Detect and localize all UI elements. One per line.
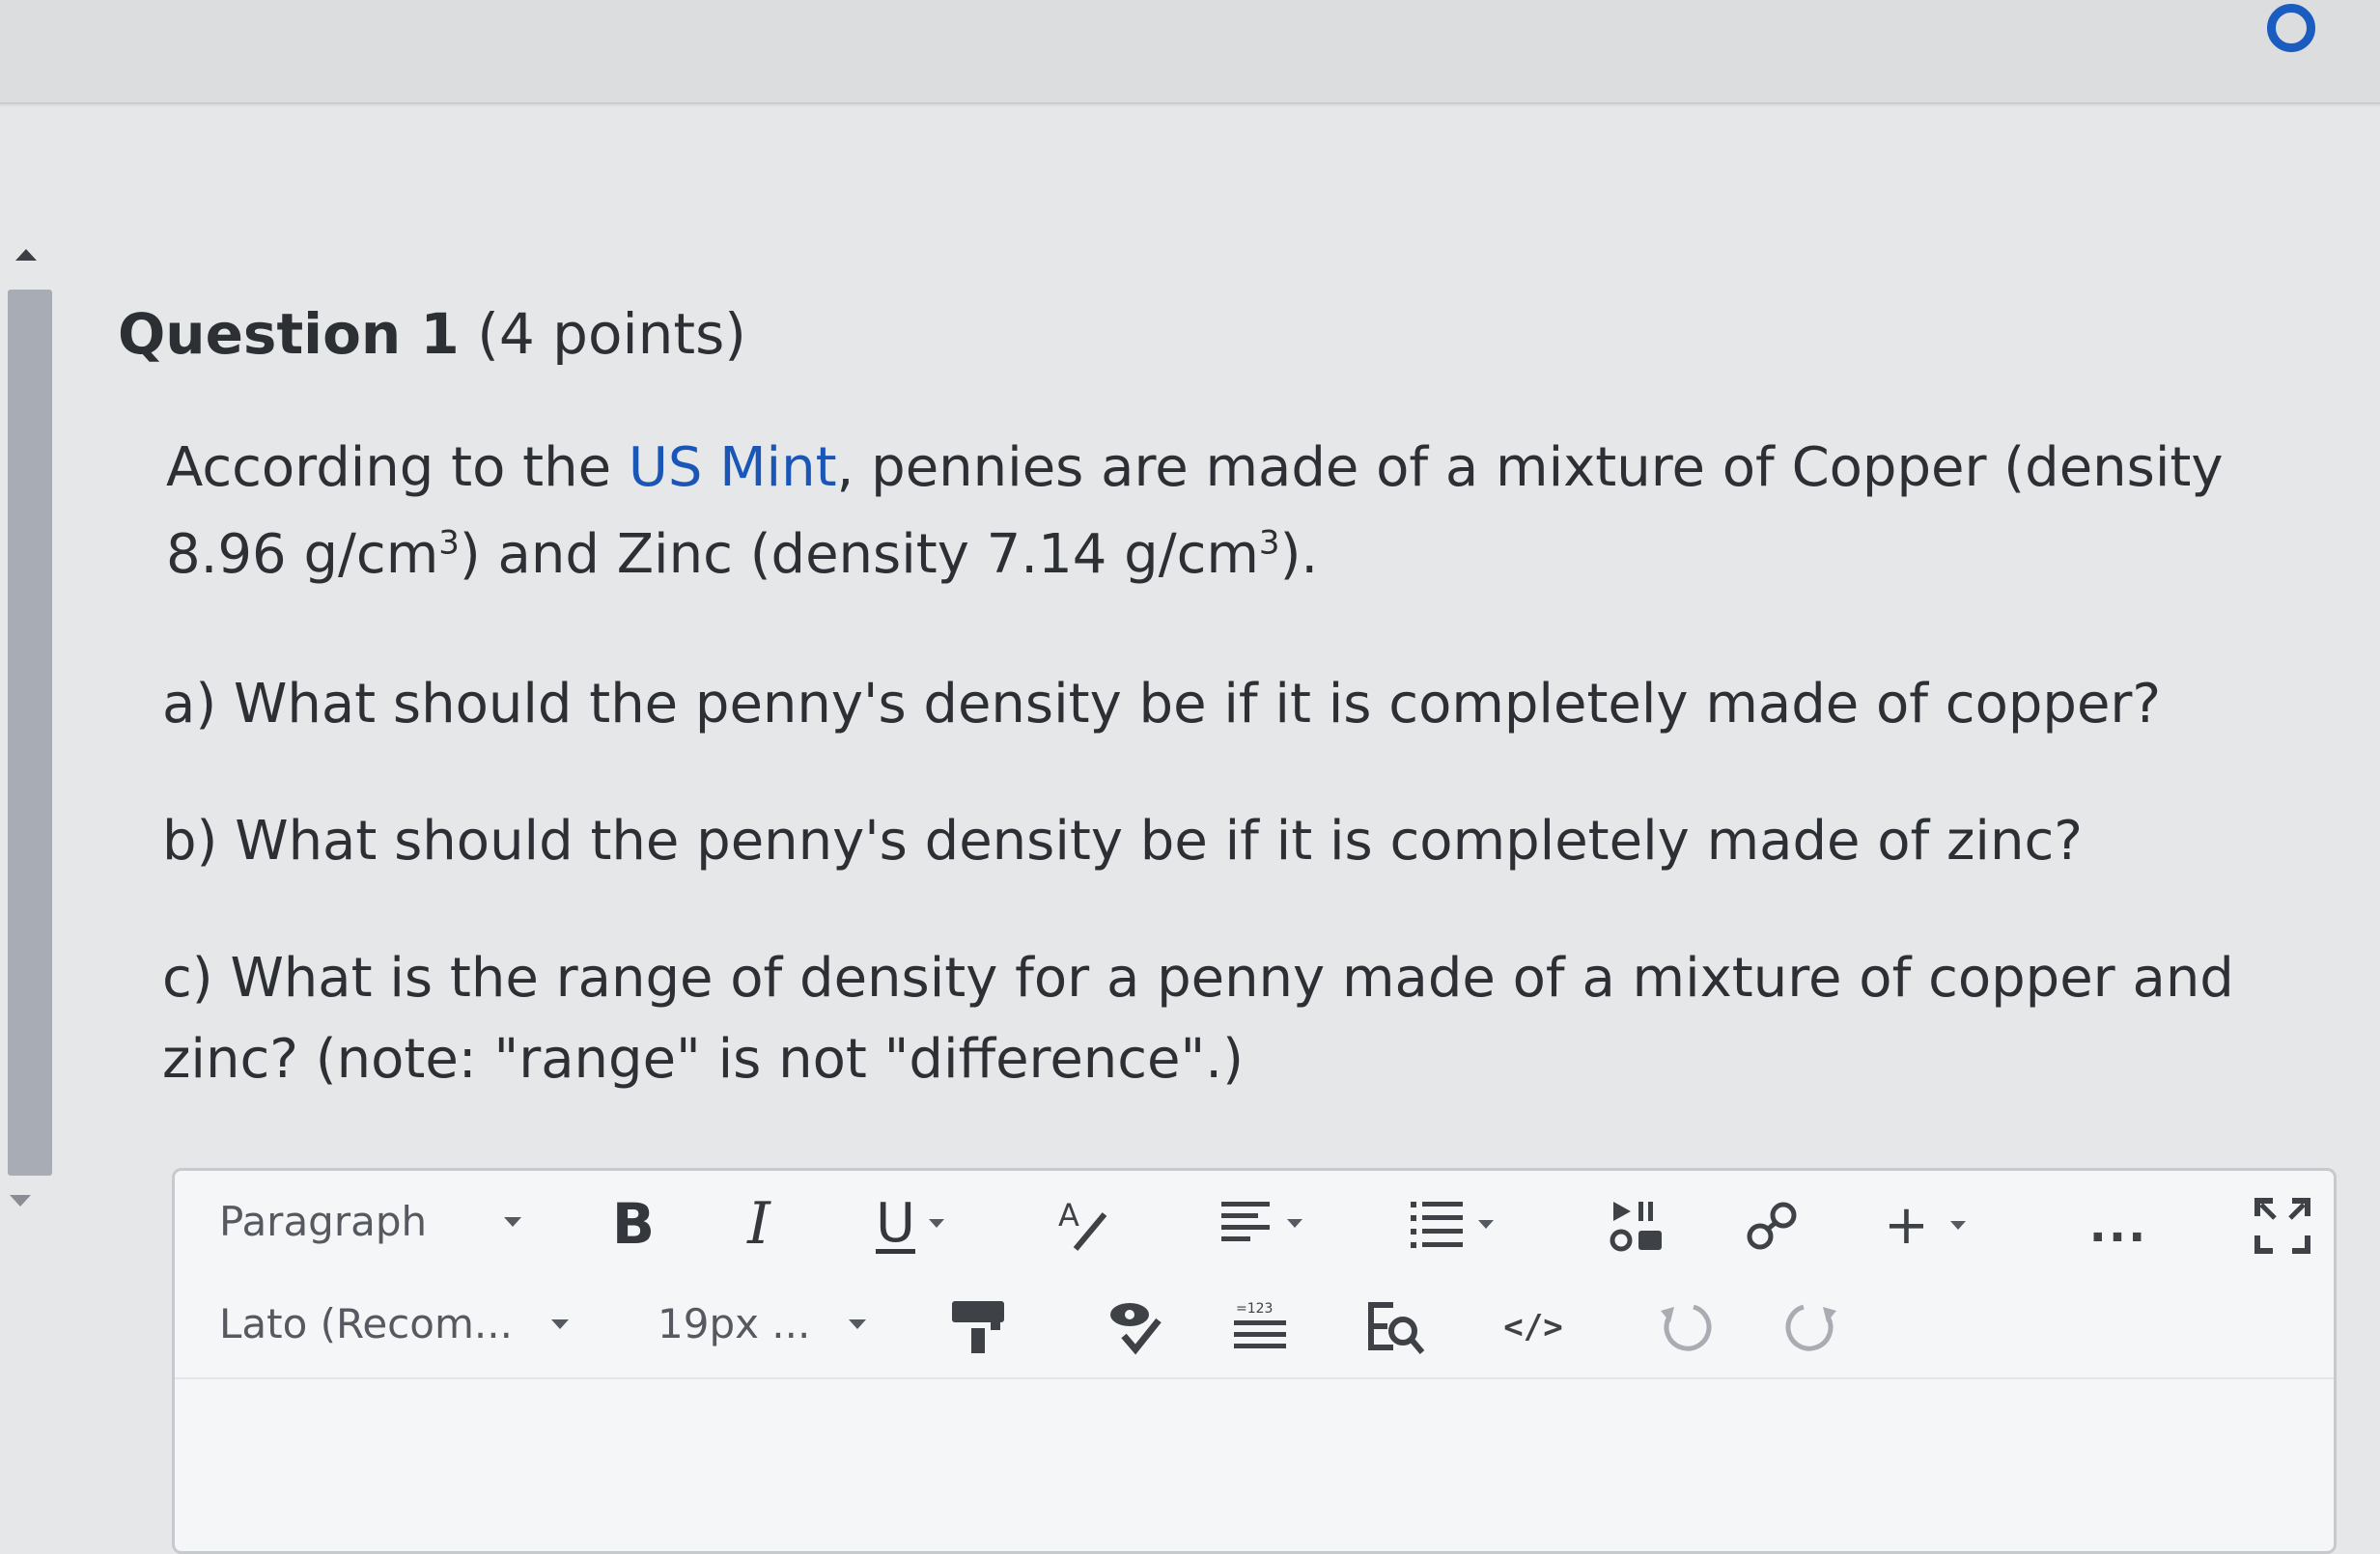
rich-text-editor[interactable]: Paragraph B I U A + ... Lato (Recom... 1… (172, 1168, 2337, 1554)
svg-text:A: A (1058, 1197, 1079, 1234)
question-prompt: According to the US Mint, pennies are ma… (166, 425, 2261, 598)
chevron-down-icon (1287, 1218, 1302, 1228)
svg-text:=123: =123 (1236, 1301, 1273, 1317)
question-points: (4 points) (477, 301, 746, 367)
fullscreen-icon[interactable] (2251, 1194, 2314, 1258)
editor-content-area[interactable] (175, 1379, 2334, 1553)
question-part-a: a) What should the penny's density be if… (162, 673, 2162, 735)
source-code-button[interactable]: </> (1490, 1294, 1577, 1360)
chevron-down-icon (929, 1219, 944, 1228)
chevron-down-icon (849, 1318, 867, 1329)
question-part-c: c) What is the range of density for a pe… (162, 947, 2234, 1091)
font-family-select[interactable]: Lato (Recom... (219, 1300, 569, 1347)
prompt-text: According to the (166, 436, 629, 499)
more-options-button[interactable]: ... (2075, 1192, 2162, 1260)
font-select-value: Lato (Recom... (219, 1300, 513, 1347)
scroll-up-arrow-icon[interactable] (15, 249, 37, 261)
underline-glyph: U (876, 1192, 915, 1255)
status-ring-icon (2267, 4, 2315, 52)
undo-icon[interactable] (1652, 1294, 1718, 1360)
word-count-icon[interactable]: =123 (1227, 1294, 1293, 1360)
font-size-select[interactable]: 19px ... (658, 1300, 867, 1347)
size-select-value: 19px ... (658, 1300, 811, 1347)
top-bar (0, 0, 2380, 106)
text-style-icon[interactable]: A (1050, 1190, 1117, 1258)
question-title: Question 1 (4 points) (118, 301, 746, 367)
top-divider (0, 102, 2380, 104)
redo-icon[interactable] (1779, 1294, 1845, 1360)
list-menu[interactable] (1409, 1196, 1494, 1252)
prompt-text: ) and Zinc (density 7.14 g/cm (459, 523, 1259, 586)
question-label: Question 1 (118, 301, 460, 367)
us-mint-link[interactable]: US Mint (629, 436, 837, 499)
scrollbar-thumb[interactable] (8, 290, 52, 1176)
scroll-down-arrow-icon[interactable] (10, 1195, 31, 1207)
find-replace-icon[interactable] (1362, 1294, 1428, 1360)
media-icon[interactable] (1608, 1196, 1669, 1258)
paragraph-select-value: Paragraph (219, 1198, 428, 1245)
align-menu[interactable] (1219, 1196, 1302, 1250)
list-icon (1411, 1202, 1463, 1248)
align-icon (1221, 1202, 1270, 1241)
chevron-down-icon (1478, 1219, 1494, 1229)
plus-icon: + (1884, 1194, 1929, 1257)
bold-button[interactable]: B (600, 1190, 667, 1258)
format-painter-icon[interactable] (945, 1294, 1011, 1360)
superscript: 3 (1258, 523, 1280, 563)
paragraph-style-select[interactable]: Paragraph (219, 1198, 522, 1245)
superscript: 3 (438, 523, 460, 563)
chevron-down-icon (504, 1216, 522, 1227)
underline-button[interactable]: U (876, 1192, 944, 1255)
link-icon[interactable] (1741, 1196, 1803, 1258)
chevron-down-icon (550, 1318, 569, 1329)
insert-menu[interactable]: + (1884, 1194, 1966, 1257)
italic-button[interactable]: I (725, 1190, 793, 1258)
question-part-b: b) What should the penny's density be if… (162, 810, 2083, 873)
prompt-text: ). (1279, 523, 1319, 586)
accessibility-check-icon[interactable] (1102, 1294, 1167, 1360)
chevron-down-icon (1949, 1221, 1966, 1230)
